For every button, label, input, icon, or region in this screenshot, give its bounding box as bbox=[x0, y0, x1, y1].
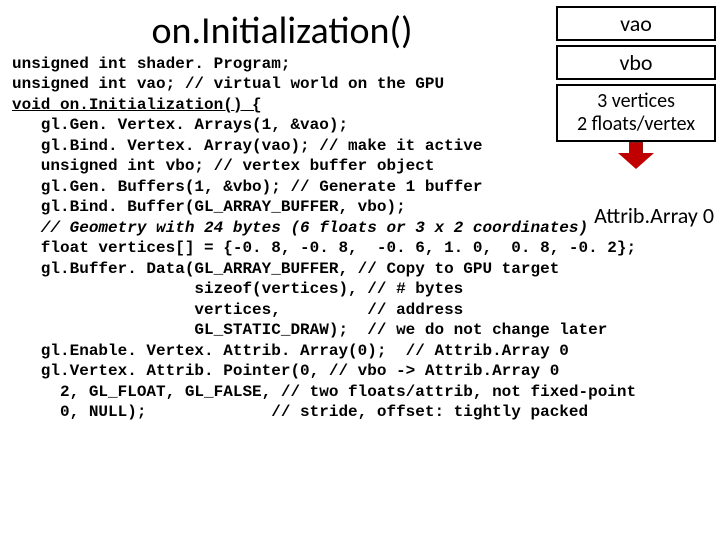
arrow-down-icon bbox=[556, 142, 716, 169]
code-line: unsigned int vbo; // vertex buffer objec… bbox=[12, 157, 434, 175]
code-line: gl.Bind. Vertex. Array(vao); // make it … bbox=[12, 137, 482, 155]
code-line: gl.Buffer. Data(GL_ARRAY_BUFFER, // Copy… bbox=[12, 260, 559, 278]
diagram: vao vbo 3 vertices 2 floats/vertex bbox=[556, 6, 716, 169]
code-line: unsigned int shader. Program; bbox=[12, 55, 290, 73]
code-line: sizeof(vertices), // # bytes bbox=[12, 280, 463, 298]
code-line: 0, NULL); // stride, offset: tightly pac… bbox=[12, 403, 588, 421]
vertices-line1: 3 vertices bbox=[597, 89, 675, 113]
slide: on.Initialization() vao vbo 3 vertices 2… bbox=[0, 0, 720, 540]
code-line: gl.Gen. Vertex. Arrays(1, &vao); bbox=[12, 116, 348, 134]
code-line: float vertices[] = {-0. 8, -0. 8, -0. 6,… bbox=[12, 239, 636, 257]
code-line: 2, GL_FLOAT, GL_FALSE, // two floats/att… bbox=[12, 383, 636, 401]
attrib-array-label: Attrib.Array 0 bbox=[594, 202, 714, 229]
code-line: unsigned int vao; // virtual world on th… bbox=[12, 75, 444, 93]
code-line: gl.Vertex. Attrib. Pointer(0, // vbo -> … bbox=[12, 362, 559, 380]
code-line: gl.Enable. Vertex. Attrib. Array(0); // … bbox=[12, 342, 569, 360]
code-line: void on.Initialization() { bbox=[12, 96, 262, 114]
vertices-box: 3 vertices 2 floats/vertex bbox=[556, 84, 716, 142]
code-line: gl.Gen. Buffers(1, &vbo); // Generate 1 … bbox=[12, 178, 482, 196]
slide-title: on.Initialization() bbox=[12, 0, 552, 54]
vbo-box: vbo bbox=[556, 45, 716, 80]
vao-box: vao bbox=[556, 6, 716, 41]
code-line: GL_STATIC_DRAW); // we do not change lat… bbox=[12, 321, 607, 339]
code-line: // Geometry with 24 bytes (6 floats or 3… bbox=[12, 219, 588, 237]
code-line: gl.Bind. Buffer(GL_ARRAY_BUFFER, vbo); bbox=[12, 198, 406, 216]
code-line: vertices, // address bbox=[12, 301, 463, 319]
code-block-3: unsigned int vbo; // vertex buffer objec… bbox=[12, 156, 712, 422]
vertices-line2: 2 floats/vertex bbox=[577, 112, 695, 136]
